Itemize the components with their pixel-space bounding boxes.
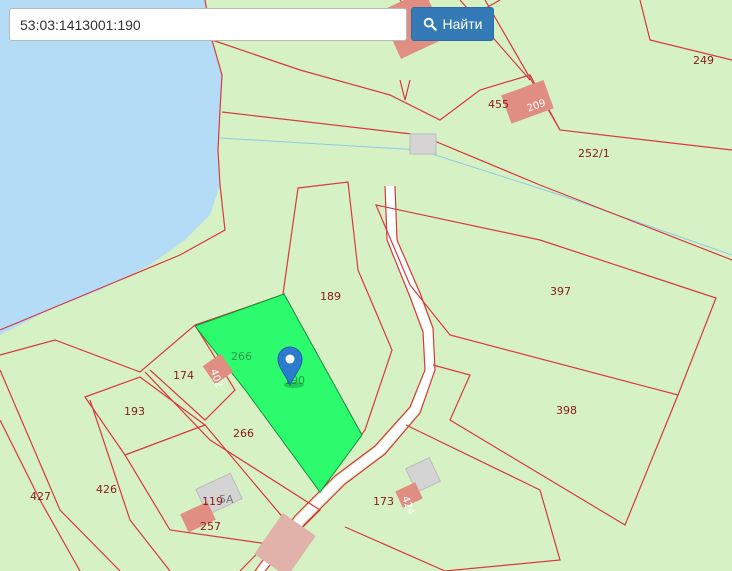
parcel-label: 266 bbox=[233, 427, 254, 440]
search-button-label: Найти bbox=[442, 16, 483, 32]
parcel-label: 257 bbox=[200, 520, 221, 533]
parcel-label: 266 bbox=[231, 350, 252, 363]
parcel-label: 249 bbox=[693, 54, 714, 67]
parcel-label: 455 bbox=[488, 98, 509, 111]
parcel-label: 427 bbox=[30, 490, 51, 503]
parcel-label: 398 bbox=[556, 404, 577, 417]
search-button[interactable]: Найти bbox=[411, 7, 494, 41]
parcel-label: 173 bbox=[373, 495, 394, 508]
cadastral-map[interactable]: 249 455 209 252/1 189 397 266 174 402 19… bbox=[0, 0, 732, 571]
search-icon bbox=[423, 17, 437, 31]
parcel-label: 193 bbox=[124, 405, 145, 418]
search-input[interactable] bbox=[9, 8, 407, 41]
parcel-label: 189 bbox=[320, 290, 341, 303]
parcel-label: 174 bbox=[173, 369, 194, 382]
parcel-label: 426 bbox=[96, 483, 117, 496]
parcel-label: 5A bbox=[219, 493, 234, 506]
parcel-label: 397 bbox=[550, 285, 571, 298]
parcel-label: 252/1 bbox=[578, 147, 610, 160]
